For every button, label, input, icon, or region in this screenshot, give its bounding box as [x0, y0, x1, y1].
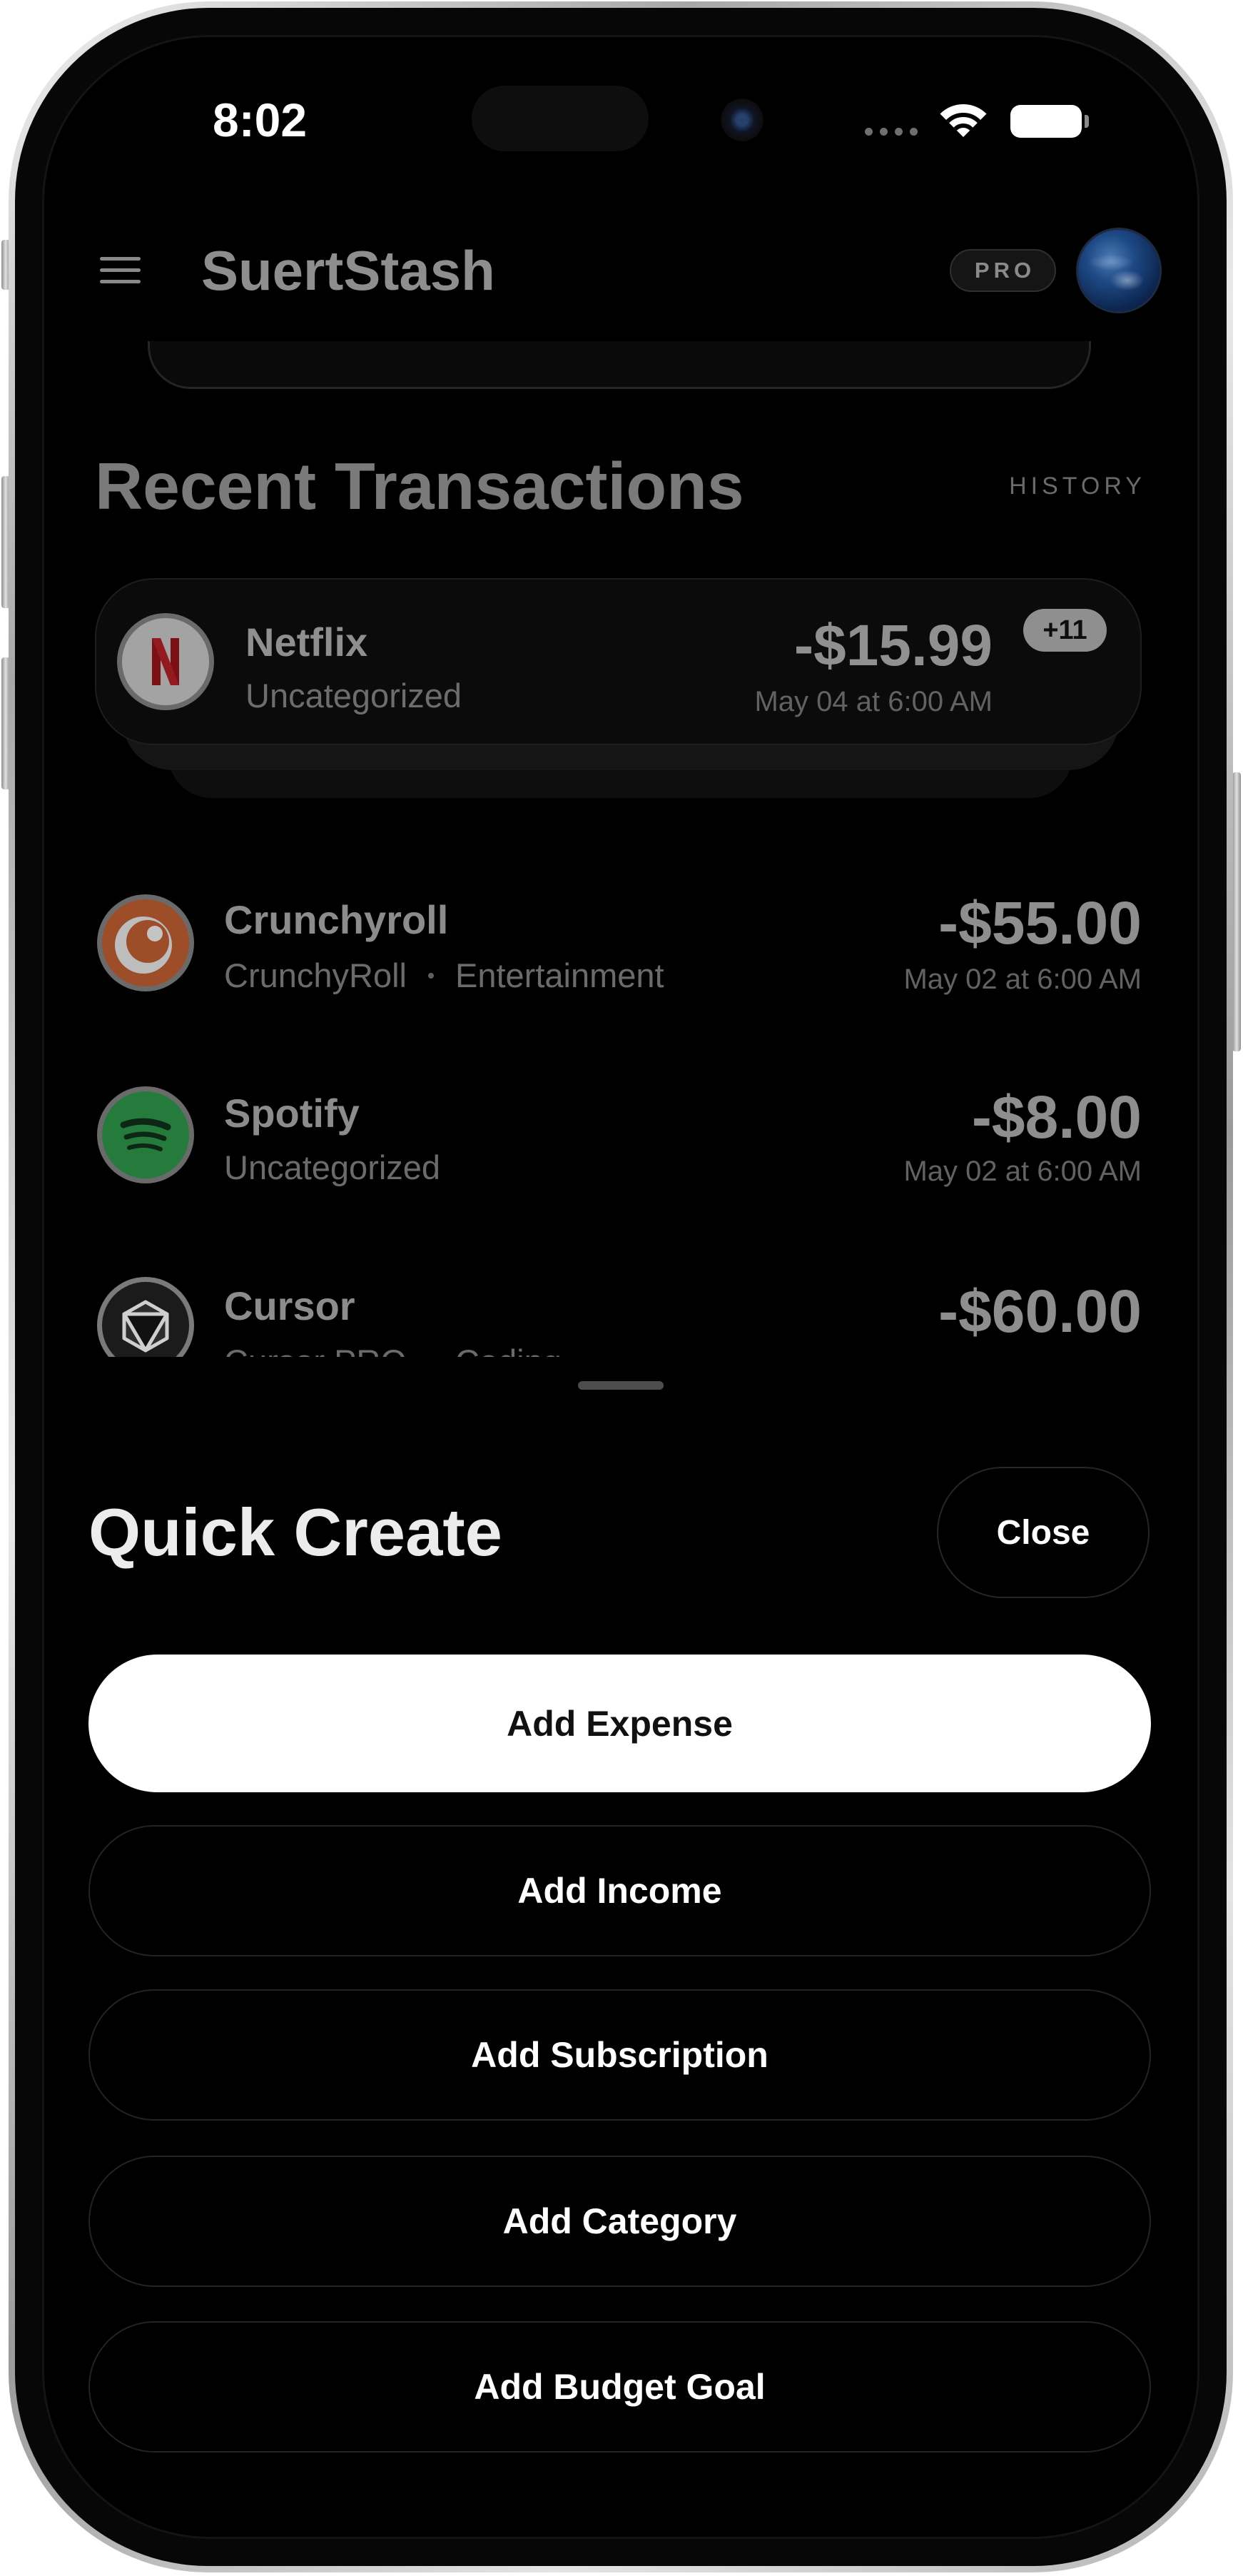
sheet-title: Quick Create	[88, 1495, 502, 1570]
wifi-icon	[940, 104, 987, 137]
add-income-button[interactable]: Add Income	[88, 1825, 1151, 1956]
more-transactions-badge[interactable]: +11	[1023, 609, 1107, 652]
netflix-logo-icon	[117, 613, 214, 710]
transaction-amount: -$60.00	[938, 1278, 1142, 1345]
transaction-amount: -$15.99	[793, 613, 993, 678]
app-header: 8:02 SuertStash PRO	[44, 37, 1197, 341]
transaction-date: May 04 at 6:00 AM	[754, 686, 993, 717]
status-time: 8:02	[213, 94, 308, 146]
battery-nub	[1085, 115, 1089, 128]
separator-dot	[427, 973, 434, 979]
signal-dot	[880, 128, 888, 136]
hamburger-menu-icon[interactable]	[100, 257, 141, 284]
transaction-merchant: CrunchyRoll	[224, 956, 407, 994]
transaction-category: Entertainment	[455, 956, 664, 994]
transaction-category: Uncategorized	[224, 1148, 441, 1186]
signal-dot	[865, 128, 873, 136]
cellular-signal-icon	[865, 128, 918, 136]
transaction-subtitle: CrunchyRoll Entertainment	[224, 954, 664, 997]
transaction-amount: -$55.00	[938, 889, 1142, 956]
front-camera-icon	[721, 99, 763, 141]
add-category-button[interactable]: Add Category	[88, 2156, 1151, 2287]
crunchyroll-logo-icon	[97, 894, 194, 991]
signal-dot	[895, 128, 903, 136]
history-link[interactable]: HISTORY	[1009, 468, 1146, 504]
power-side-button	[1232, 772, 1241, 1051]
add-expense-button[interactable]: Add Expense	[88, 1655, 1151, 1792]
transaction-amount: -$8.00	[971, 1084, 1142, 1151]
profile-avatar[interactable]	[1078, 230, 1160, 311]
pro-badge[interactable]: PRO	[950, 249, 1056, 292]
battery-icon	[1010, 105, 1090, 138]
app-title: SuertStash	[201, 239, 495, 302]
dynamic-island	[472, 86, 649, 151]
add-budget-goal-button[interactable]: Add Budget Goal	[88, 2321, 1151, 2453]
menu-line	[100, 257, 141, 261]
signal-dot	[910, 128, 918, 136]
recent-transactions-title: Recent Transactions	[95, 449, 744, 523]
spotify-logo-icon	[97, 1086, 194, 1183]
battery-body	[1010, 105, 1082, 138]
transaction-name: Crunchyroll	[224, 897, 449, 942]
menu-line	[100, 268, 141, 272]
transaction-date: May 02 at 6:00 AM	[903, 964, 1142, 995]
transaction-name: Cursor	[224, 1283, 355, 1328]
menu-line	[100, 280, 141, 283]
transaction-category: Uncategorized	[245, 677, 462, 714]
quick-create-sheet: Quick Create Close Add Expense Add Incom…	[44, 1357, 1197, 2537]
transaction-date: May 02 at 6:00 AM	[903, 1156, 1142, 1187]
close-button[interactable]: Close	[937, 1467, 1150, 1598]
add-subscription-button[interactable]: Add Subscription	[88, 1989, 1151, 2121]
transaction-name: Netflix	[245, 620, 368, 665]
phone-screen: 8:02 SuertStash PRO Recent Transactions …	[44, 37, 1197, 2537]
sheet-grabber-handle[interactable]	[578, 1381, 664, 1390]
transaction-name: Spotify	[224, 1091, 360, 1136]
